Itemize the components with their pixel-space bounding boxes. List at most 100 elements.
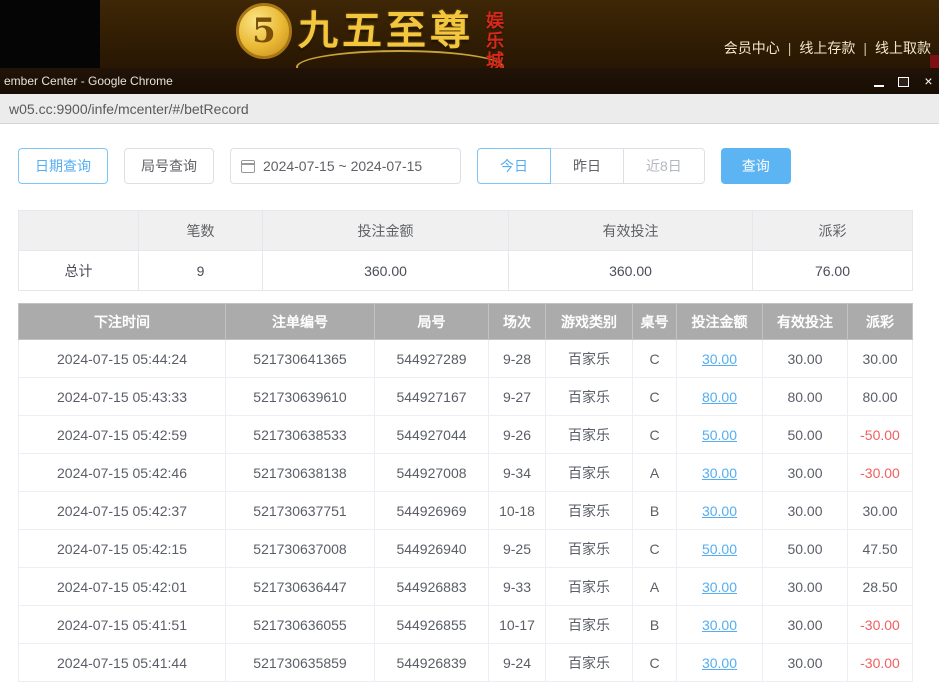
- cell-game: 百家乐: [546, 530, 633, 568]
- cell-valid: 30.00: [763, 606, 848, 644]
- minimize-button[interactable]: [872, 76, 885, 87]
- cell-table_no: C: [633, 416, 677, 454]
- cell-valid: 50.00: [763, 530, 848, 568]
- bet-amount-link[interactable]: 80.00: [702, 389, 737, 405]
- search-button[interactable]: 查询: [721, 148, 791, 184]
- cell-payout: 47.50: [848, 530, 913, 568]
- cell-round_id: 544926940: [375, 530, 489, 568]
- cell-valid: 30.00: [763, 340, 848, 378]
- cell-valid: 30.00: [763, 492, 848, 530]
- col-header-order-id: 注单编号: [226, 304, 375, 340]
- table-row: 2024-07-15 05:42:37521730637751544926969…: [19, 492, 913, 530]
- cell-bet: 50.00: [677, 530, 763, 568]
- cell-order_id: 521730638533: [226, 416, 375, 454]
- nav-separator: |: [788, 40, 792, 56]
- cell-session: 9-24: [489, 644, 546, 682]
- bet-amount-link[interactable]: 30.00: [702, 503, 737, 519]
- cell-valid: 80.00: [763, 378, 848, 416]
- today-button[interactable]: 今日: [477, 148, 551, 184]
- nav-deposit-link[interactable]: 线上存款: [799, 38, 855, 58]
- cell-table_no: B: [633, 606, 677, 644]
- bet-amount-link[interactable]: 30.00: [702, 351, 737, 367]
- table-row: 2024-07-15 05:41:44521730635859544926839…: [19, 644, 913, 682]
- tab-round-query[interactable]: 局号查询: [124, 148, 214, 184]
- cell-table_no: C: [633, 340, 677, 378]
- cell-valid: 50.00: [763, 416, 848, 454]
- casino-logo-subtitle: 娱乐城: [480, 11, 506, 71]
- window-controls: ×: [872, 68, 935, 94]
- cell-session: 9-26: [489, 416, 546, 454]
- summary-header-bet-amount: 投注金额: [263, 211, 509, 251]
- cell-round_id: 544926969: [375, 492, 489, 530]
- cell-payout: 30.00: [848, 340, 913, 378]
- address-bar[interactable]: w05.cc:9900/infe/mcenter/#/betRecord: [0, 94, 939, 124]
- bet-amount-link[interactable]: 30.00: [702, 579, 737, 595]
- summary-header-row: 笔数 投注金额 有效投注 派彩: [19, 211, 913, 251]
- cell-table_no: B: [633, 492, 677, 530]
- cell-order_id: 521730639610: [226, 378, 375, 416]
- table-row: 2024-07-15 05:44:24521730641365544927289…: [19, 340, 913, 378]
- cell-session: 9-27: [489, 378, 546, 416]
- cell-order_id: 521730636447: [226, 568, 375, 606]
- date-range-picker[interactable]: 2024-07-15 ~ 2024-07-15: [230, 148, 461, 184]
- cell-round_id: 544927167: [375, 378, 489, 416]
- summary-total-row: 总计 9 360.00 360.00 76.00: [19, 251, 913, 291]
- close-button[interactable]: ×: [922, 76, 935, 87]
- cell-bet: 30.00: [677, 454, 763, 492]
- table-row: 2024-07-15 05:42:46521730638138544927008…: [19, 454, 913, 492]
- bet-amount-link[interactable]: 30.00: [702, 655, 737, 671]
- summary-table: 笔数 投注金额 有效投注 派彩 总计 9 360.00 360.00 76.00: [18, 210, 913, 291]
- cell-session: 10-17: [489, 606, 546, 644]
- col-header-table-no: 桌号: [633, 304, 677, 340]
- summary-count-value: 9: [139, 251, 263, 291]
- cell-time: 2024-07-15 05:42:01: [19, 568, 226, 606]
- nav-separator: |: [863, 40, 867, 56]
- cell-game: 百家乐: [546, 606, 633, 644]
- cell-game: 百家乐: [546, 644, 633, 682]
- nav-member-center-link[interactable]: 会员中心: [724, 38, 780, 58]
- bet-amount-link[interactable]: 30.00: [702, 465, 737, 481]
- cell-bet: 80.00: [677, 378, 763, 416]
- cell-valid: 30.00: [763, 454, 848, 492]
- last-8-days-button[interactable]: 近8日: [623, 148, 705, 184]
- cell-payout: -50.00: [848, 416, 913, 454]
- cell-bet: 30.00: [677, 606, 763, 644]
- banner-nav: 会员中心 | 线上存款 | 线上取款: [724, 38, 931, 58]
- casino-logo-title: 九五至尊: [298, 3, 474, 59]
- cell-game: 百家乐: [546, 378, 633, 416]
- cell-time: 2024-07-15 05:43:33: [19, 378, 226, 416]
- minimize-icon: [874, 78, 884, 87]
- cell-session: 9-34: [489, 454, 546, 492]
- table-row: 2024-07-15 05:42:15521730637008544926940…: [19, 530, 913, 568]
- table-row: 2024-07-15 05:41:51521730636055544926855…: [19, 606, 913, 644]
- cell-bet: 30.00: [677, 492, 763, 530]
- cell-payout: -30.00: [848, 644, 913, 682]
- cell-payout: 28.50: [848, 568, 913, 606]
- bet-amount-link[interactable]: 50.00: [702, 427, 737, 443]
- cell-bet: 30.00: [677, 644, 763, 682]
- cell-payout: 30.00: [848, 492, 913, 530]
- summary-bet-amount-value: 360.00: [263, 251, 509, 291]
- bet-amount-link[interactable]: 50.00: [702, 541, 737, 557]
- col-header-session: 场次: [489, 304, 546, 340]
- cell-round_id: 544927289: [375, 340, 489, 378]
- casino-logo: 5 九五至尊 娱乐城: [236, 3, 506, 71]
- cell-game: 百家乐: [546, 340, 633, 378]
- tab-date-query[interactable]: 日期查询: [18, 148, 108, 184]
- cell-round_id: 544927008: [375, 454, 489, 492]
- cell-table_no: C: [633, 644, 677, 682]
- yesterday-button[interactable]: 昨日: [550, 148, 624, 184]
- cell-session: 10-18: [489, 492, 546, 530]
- table-row: 2024-07-15 05:42:01521730636447544926883…: [19, 568, 913, 606]
- cell-order_id: 521730637751: [226, 492, 375, 530]
- maximize-button[interactable]: [897, 76, 910, 87]
- nav-withdraw-link[interactable]: 线上取款: [875, 38, 931, 58]
- screen: 5 九五至尊 娱乐城 会员中心 | 线上存款 | 线上取款 ember Cent…: [0, 0, 939, 688]
- bet-record-table: 下注时间 注单编号 局号 场次 游戏类别 桌号 投注金额 有效投注 派彩 202…: [18, 303, 913, 682]
- col-header-payout: 派彩: [848, 304, 913, 340]
- date-range-value: 2024-07-15 ~ 2024-07-15: [263, 158, 422, 174]
- summary-header-payout: 派彩: [753, 211, 913, 251]
- bet-amount-link[interactable]: 30.00: [702, 617, 737, 633]
- cell-session: 9-33: [489, 568, 546, 606]
- cell-table_no: C: [633, 378, 677, 416]
